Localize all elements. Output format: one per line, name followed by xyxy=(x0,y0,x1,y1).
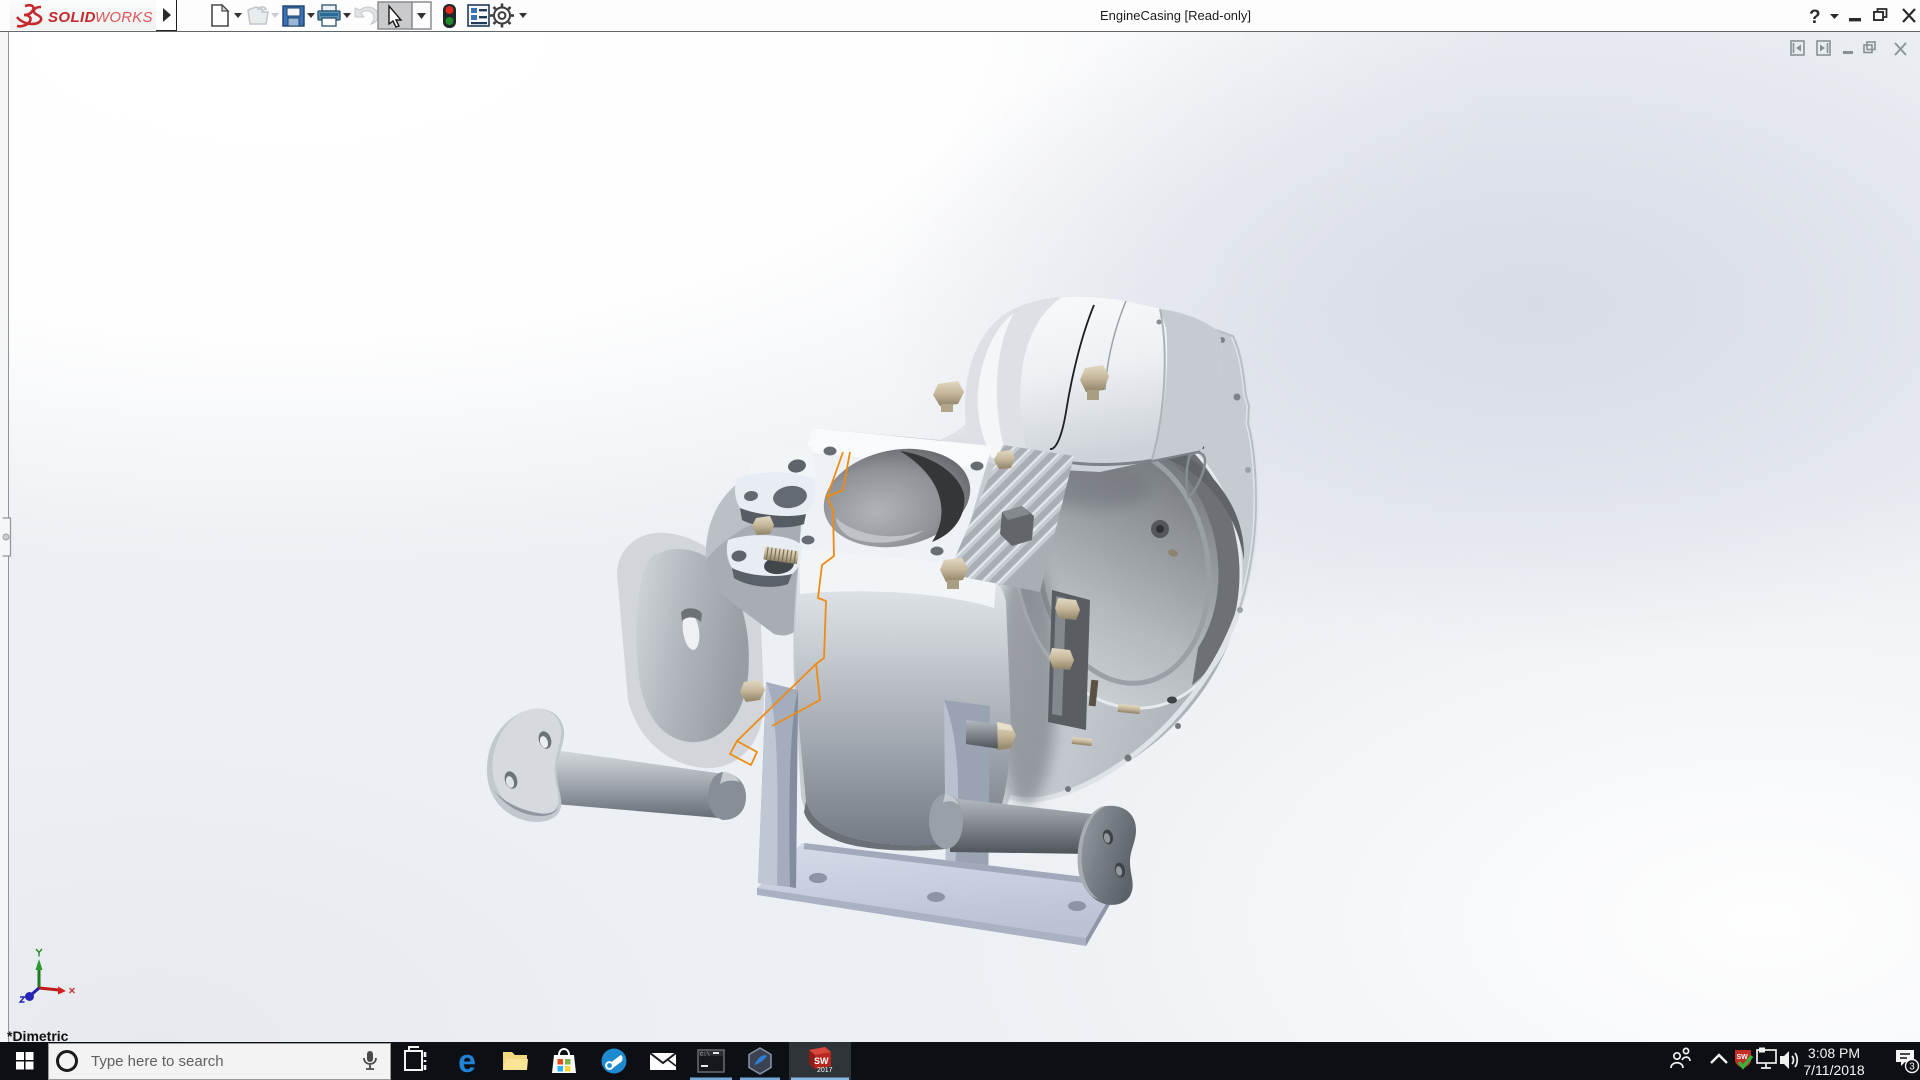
svg-text:7/11/2018: 7/11/2018 xyxy=(1803,1062,1864,1078)
svg-text:C:\: C:\ xyxy=(700,1051,710,1058)
svg-text:3: 3 xyxy=(1909,1062,1915,1073)
svg-text:3:08 PM: 3:08 PM xyxy=(1808,1045,1860,1061)
svg-text:SW: SW xyxy=(814,1056,829,1066)
svg-text:e: e xyxy=(458,1043,476,1079)
svg-text:2017: 2017 xyxy=(817,1067,833,1074)
svg-text:SW: SW xyxy=(1737,1054,1749,1061)
